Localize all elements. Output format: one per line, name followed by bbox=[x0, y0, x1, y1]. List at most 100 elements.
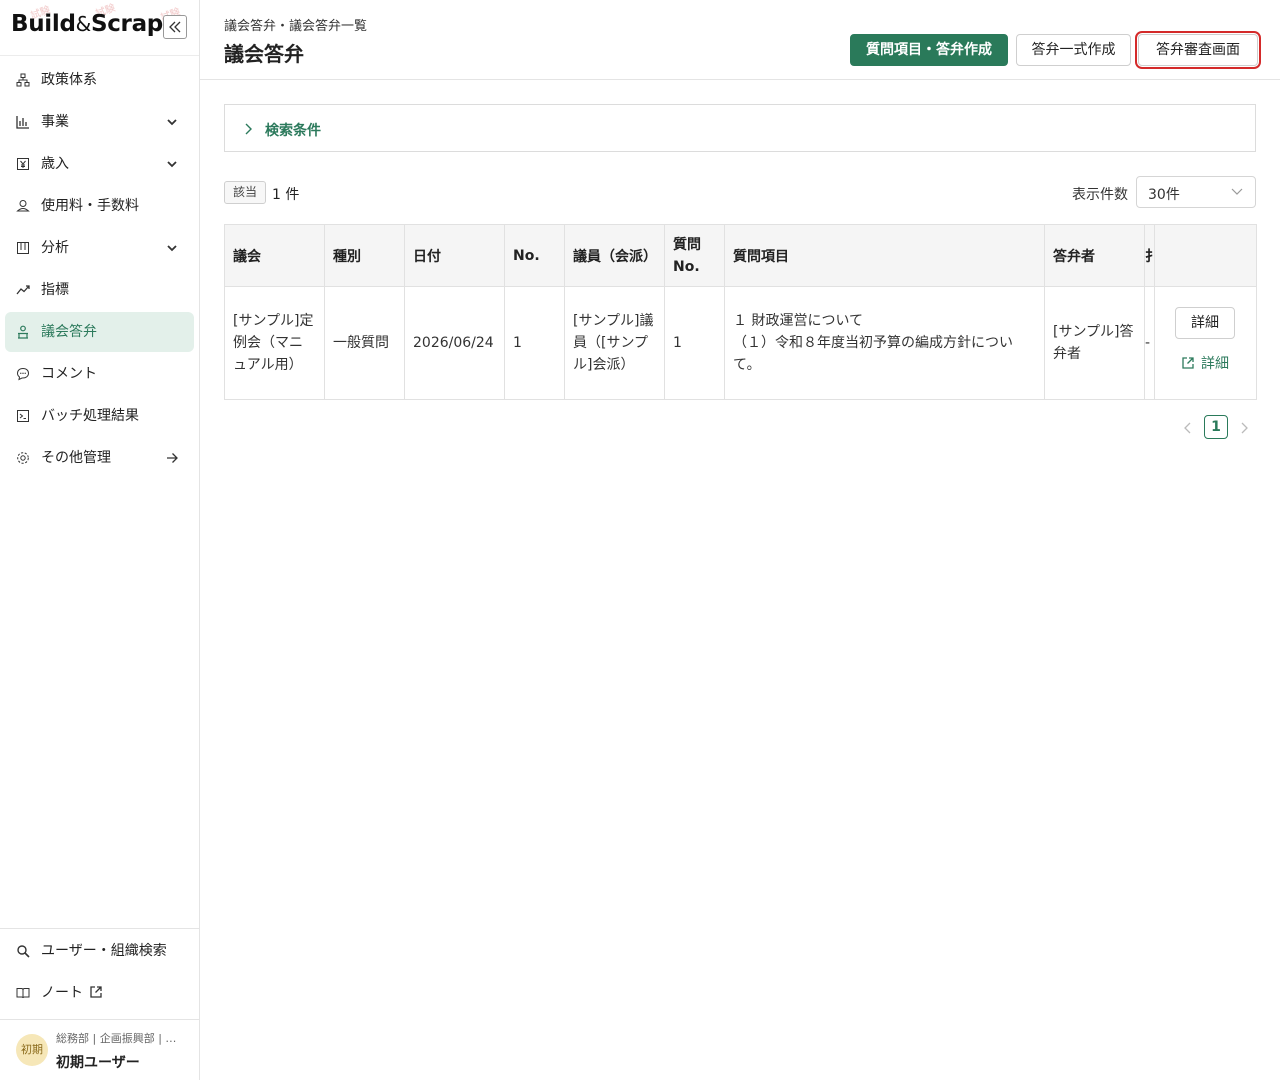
sidebar-item-label: 歳入 bbox=[41, 156, 69, 172]
per-page-select[interactable]: 30件 bbox=[1136, 176, 1256, 208]
sidebar-item-label: 議会答弁 bbox=[41, 324, 97, 340]
council-answers-table: 議会 種別 日付 No. 議員（会派） 質問 No. 質問項目 答弁者 扌 [サ… bbox=[224, 224, 1257, 400]
arrow-right-icon[interactable] bbox=[166, 452, 178, 464]
sidebar-item-indicators[interactable]: 指標 bbox=[5, 270, 194, 310]
sidebar-item-policy[interactable]: 政策体系 bbox=[5, 60, 194, 100]
col-header-member[interactable]: 議員（会派） bbox=[564, 224, 665, 287]
cell-type: 一般質問 bbox=[324, 286, 405, 400]
cell-answerer: [サンプル]答弁者 bbox=[1044, 286, 1145, 400]
chevron-down-icon[interactable] bbox=[166, 242, 178, 254]
chevron-down-icon[interactable] bbox=[166, 158, 178, 170]
logo-text-build: Build bbox=[11, 11, 76, 37]
pagination-current-page[interactable]: 1 bbox=[1204, 415, 1228, 439]
col-header-no[interactable]: No. bbox=[504, 224, 565, 287]
sidebar-item-other-admin[interactable]: その他管理 bbox=[5, 438, 194, 478]
gear-icon bbox=[17, 452, 29, 464]
answer-review-button[interactable]: 答弁審査画面 bbox=[1135, 31, 1261, 69]
search-conditions-panel[interactable]: 検索条件 bbox=[224, 104, 1256, 152]
breadcrumb: 議会答弁・議会答弁一覧 bbox=[224, 19, 368, 34]
question-item-line2: （１）令和８年度当初予算の編成方針について。 bbox=[733, 335, 1013, 373]
sidebar-item-label: 分析 bbox=[41, 240, 69, 256]
detail-link-label: 詳細 bbox=[1201, 356, 1229, 372]
current-user[interactable]: 初期 総務部 | 企画振興部 | … 初期ユーザー bbox=[0, 1019, 199, 1080]
sidebar-item-fees[interactable]: 使用料・手数料 bbox=[5, 186, 194, 226]
logo-text-scrap: Scrap bbox=[90, 11, 163, 37]
col-header-question-item[interactable]: 質問項目 bbox=[724, 224, 1045, 287]
board-icon bbox=[17, 242, 29, 254]
sidebar-bottom: ユーザー・組織検索 ノート bbox=[0, 928, 199, 1015]
chevron-left-icon[interactable] bbox=[1180, 420, 1196, 436]
sidebar-item-council-answers[interactable]: 議会答弁 bbox=[5, 312, 194, 352]
user-department: 総務部 | 企画振興部 | … bbox=[56, 1032, 177, 1045]
col-header-question-no[interactable]: 質問 No. bbox=[664, 224, 725, 287]
cell-council: [サンプル]定例会（マニュアル用） bbox=[224, 286, 325, 400]
sidebar-item-revenue[interactable]: 歳入 bbox=[5, 144, 194, 184]
detail-link[interactable]: 詳細 bbox=[1181, 353, 1229, 375]
sidebar-item-label: 使用料・手数料 bbox=[41, 198, 139, 214]
sidebar: 試験 試験 試験 Build&Scrap 政策体系 事業 歳入 使用料 bbox=[0, 0, 200, 1080]
cell-actions: 詳細 詳細 bbox=[1154, 286, 1257, 400]
search-conditions-label: 検索条件 bbox=[265, 123, 321, 139]
col-header-actions bbox=[1154, 224, 1257, 287]
sidebar-item-label: 事業 bbox=[41, 114, 69, 130]
chevron-right-icon bbox=[245, 123, 252, 135]
logo-ampersand: & bbox=[75, 12, 92, 36]
cell-member: [サンプル]議員（[サンプル]会派） bbox=[564, 286, 665, 400]
sidebar-item-label: 政策体系 bbox=[41, 72, 97, 88]
search-icon bbox=[17, 945, 30, 958]
collapse-sidebar-button[interactable] bbox=[163, 15, 187, 39]
sidebar-item-label: その他管理 bbox=[41, 450, 111, 466]
cell-clipped: - bbox=[1144, 286, 1155, 400]
col-header-type[interactable]: 種別 bbox=[324, 224, 405, 287]
bar-chart-icon bbox=[16, 116, 29, 129]
chevron-down-icon[interactable] bbox=[166, 116, 178, 128]
sidebar-item-label: 指標 bbox=[41, 282, 69, 298]
sidebar-item-batch-results[interactable]: バッチ処理結果 bbox=[5, 396, 194, 436]
sidebar-item-projects[interactable]: 事業 bbox=[5, 102, 194, 142]
hit-badge: 該当 bbox=[224, 181, 267, 204]
sidebar-item-label: バッチ処理結果 bbox=[41, 408, 139, 424]
sidebar-item-user-search[interactable]: ユーザー・組織検索 bbox=[5, 931, 194, 971]
per-page-value: 30件 bbox=[1148, 187, 1180, 203]
app-logo[interactable]: Build&Scrap bbox=[11, 11, 163, 37]
detail-button[interactable]: 詳細 bbox=[1175, 307, 1235, 339]
comment-icon bbox=[16, 367, 30, 381]
sidebar-nav: 政策体系 事業 歳入 使用料・手数料 分析 指標 議会答弁 コメント バッチ処理… bbox=[0, 58, 199, 480]
bulk-create-answers-button[interactable]: 答弁一式作成 bbox=[1016, 34, 1131, 66]
terminal-icon bbox=[17, 410, 29, 422]
table-header-row: 議会 種別 日付 No. 議員（会派） 質問 No. 質問項目 答弁者 扌 bbox=[224, 224, 1257, 287]
cell-date: 2026/06/24 bbox=[404, 286, 505, 400]
col-header-clipped: 扌 bbox=[1144, 224, 1155, 287]
col-header-date[interactable]: 日付 bbox=[404, 224, 505, 287]
question-item-line1: １ 財政運営について bbox=[733, 313, 864, 329]
chevron-down-icon bbox=[1231, 188, 1243, 195]
double-chevron-left-icon bbox=[169, 21, 181, 33]
sidebar-item-notes[interactable]: ノート bbox=[5, 973, 194, 1013]
col-header-answerer[interactable]: 答弁者 bbox=[1044, 224, 1145, 287]
sidebar-item-comments[interactable]: コメント bbox=[5, 354, 194, 394]
per-page-label: 表示件数 bbox=[1072, 187, 1128, 203]
cell-question-item: １ 財政運営について （１）令和８年度当初予算の編成方針について。 bbox=[724, 286, 1045, 400]
hierarchy-icon bbox=[16, 73, 30, 87]
page-title: 議会答弁 bbox=[224, 42, 304, 66]
sidebar-item-label: コメント bbox=[41, 366, 97, 382]
user-name: 初期ユーザー bbox=[56, 1055, 140, 1071]
book-icon bbox=[16, 988, 30, 999]
col-header-council[interactable]: 議会 bbox=[224, 224, 325, 287]
sidebar-item-analysis[interactable]: 分析 bbox=[5, 228, 194, 268]
col-header-question-no-line1: 質問 bbox=[673, 236, 701, 253]
col-header-question-no-line2: No. bbox=[673, 258, 700, 275]
external-link-icon bbox=[1182, 357, 1194, 369]
sidebar-item-label: ユーザー・組織検索 bbox=[41, 943, 167, 959]
sidebar-item-label: ノート bbox=[41, 985, 83, 1001]
page-header: 議会答弁・議会答弁一覧 議会答弁 質問項目・答弁作成 答弁一式作成 答弁審査画面 bbox=[200, 0, 1280, 80]
podium-icon bbox=[18, 325, 28, 339]
yen-icon bbox=[17, 158, 29, 170]
external-link-icon bbox=[90, 986, 103, 998]
cell-no: 1 bbox=[504, 286, 565, 400]
table-row[interactable]: [サンプル]定例会（マニュアル用） 一般質問 2026/06/24 1 [サンプ… bbox=[224, 286, 1257, 400]
chevron-right-icon[interactable] bbox=[1236, 420, 1252, 436]
coins-icon bbox=[16, 200, 30, 212]
trend-icon bbox=[16, 285, 30, 295]
create-question-answer-button[interactable]: 質問項目・答弁作成 bbox=[850, 34, 1008, 66]
